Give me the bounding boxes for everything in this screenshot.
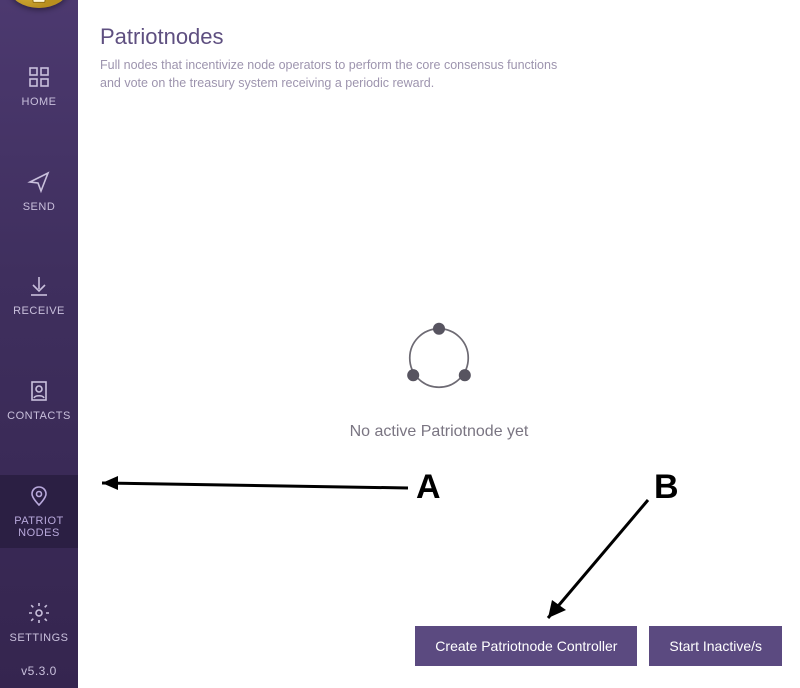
start-inactive-button[interactable]: Start Inactive/s bbox=[649, 626, 782, 666]
logo-icon: T bbox=[20, 0, 58, 8]
sidebar-item-label: HOME bbox=[22, 96, 57, 109]
sidebar-item-settings[interactable]: SETTINGS bbox=[0, 592, 78, 653]
sidebar-item-receive[interactable]: RECEIVE bbox=[0, 265, 78, 326]
gear-icon bbox=[26, 600, 52, 626]
page-subtitle: Full nodes that incentivize node operato… bbox=[100, 56, 580, 92]
version-text: v5.3.0 bbox=[21, 652, 57, 688]
main-panel: Patriotnodes Full nodes that incentivize… bbox=[78, 0, 800, 688]
empty-state-text: No active Patriotnode yet bbox=[350, 423, 529, 441]
sidebar-item-label: PATRIOT NODES bbox=[14, 515, 64, 540]
sidebar-item-label: SEND bbox=[23, 201, 56, 214]
contacts-icon bbox=[26, 378, 52, 404]
sidebar-item-home[interactable]: HOME bbox=[0, 56, 78, 117]
patriot-nodes-icon bbox=[26, 483, 52, 509]
create-patriotnode-button[interactable]: Create Patriotnode Controller bbox=[415, 626, 637, 666]
sidebar-item-label: RECEIVE bbox=[13, 305, 65, 318]
sidebar-item-send[interactable]: SEND bbox=[0, 161, 78, 222]
svg-text:T: T bbox=[34, 0, 45, 1]
page-title: Patriotnodes bbox=[100, 24, 778, 50]
sidebar-item-label: SETTINGS bbox=[9, 632, 68, 645]
network-icon bbox=[396, 315, 482, 401]
send-icon bbox=[26, 169, 52, 195]
app-logo: T bbox=[10, 0, 68, 8]
empty-state: No active Patriotnode yet bbox=[100, 92, 778, 664]
sidebar-nav: HOME SEND RECEIVE CO bbox=[0, 56, 78, 652]
home-icon bbox=[26, 64, 52, 90]
receive-icon bbox=[26, 273, 52, 299]
footer-buttons: Create Patriotnode Controller Start Inac… bbox=[415, 626, 782, 666]
sidebar-item-patriot-nodes[interactable]: PATRIOT NODES bbox=[0, 475, 78, 548]
sidebar-item-label: CONTACTS bbox=[7, 410, 71, 423]
sidebar: T HOME SEND bbox=[0, 0, 78, 688]
sidebar-item-contacts[interactable]: CONTACTS bbox=[0, 370, 78, 431]
